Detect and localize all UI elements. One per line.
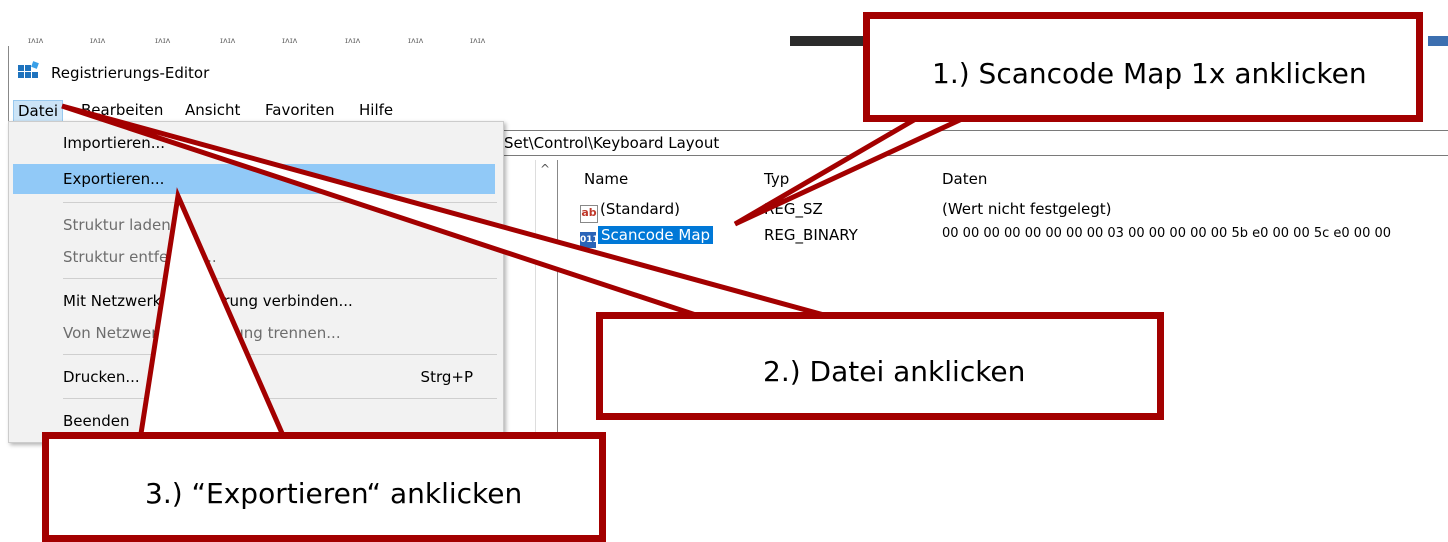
callout-arrow	[137, 187, 289, 443]
callout-arrow	[733, 103, 992, 227]
callout-step-1: 1.) Scancode Map 1x anklicken	[863, 12, 1423, 122]
callout-step-3: 3.) “Exportieren“ anklicken	[42, 432, 606, 542]
callout-step-2: 2.) Datei anklicken	[596, 312, 1164, 420]
